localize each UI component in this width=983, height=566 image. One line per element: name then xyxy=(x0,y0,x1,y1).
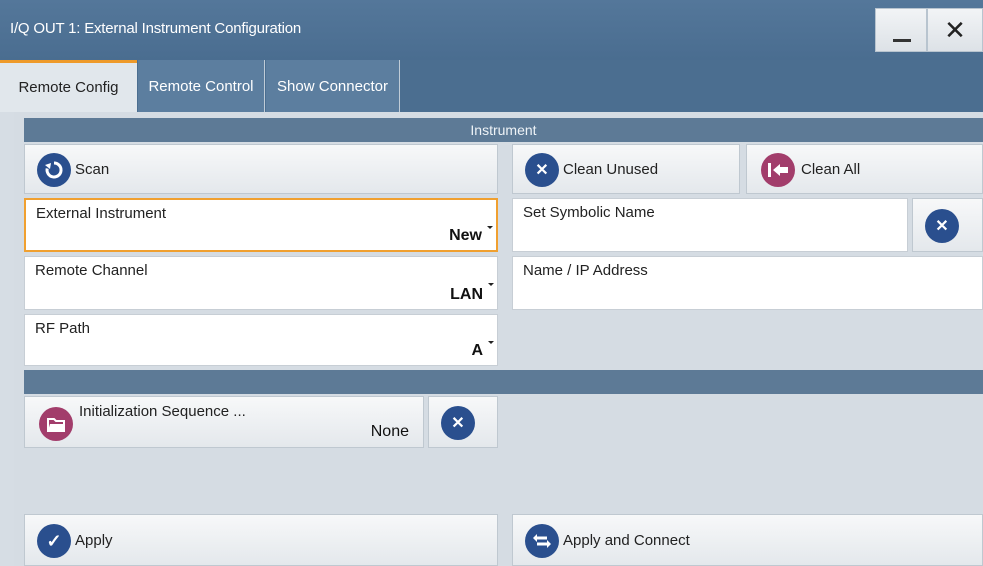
rf-path-value: A xyxy=(471,342,483,359)
ip-address-field[interactable]: Name / IP Address xyxy=(512,256,983,310)
apply-and-connect-button[interactable]: Apply and Connect xyxy=(512,514,983,566)
minimize-button[interactable] xyxy=(875,8,927,52)
apply-button[interactable]: ✓ Apply xyxy=(24,514,498,566)
tab-remote-config[interactable]: Remote Config xyxy=(0,60,137,112)
connect-arrows-icon xyxy=(525,524,559,558)
clean-all-label: Clean All xyxy=(801,161,861,178)
rf-path-label: RF Path xyxy=(35,320,91,337)
clean-all-button[interactable]: Clean All xyxy=(746,144,983,194)
close-icon: ✕ xyxy=(944,15,966,45)
clear-icon: ✕ xyxy=(441,406,475,440)
ip-address-label: Name / IP Address xyxy=(523,262,648,279)
close-button[interactable]: ✕ xyxy=(927,8,983,52)
remote-channel-value: LAN xyxy=(450,286,483,303)
dropdown-indicator-icon xyxy=(487,226,493,229)
remote-channel-label: Remote Channel xyxy=(35,262,148,279)
external-instrument-select[interactable]: External Instrument New xyxy=(24,198,498,252)
clear-icon: ✕ xyxy=(925,209,959,243)
clear-icon: ✕ xyxy=(525,153,559,187)
window-title: I/Q OUT 1: External Instrument Configura… xyxy=(10,20,302,37)
dropdown-indicator-icon xyxy=(488,341,494,344)
clean-unused-label: Clean Unused xyxy=(563,161,659,178)
init-sequence-button[interactable]: Initialization Sequence ... None xyxy=(24,396,424,448)
apply-and-connect-label: Apply and Connect xyxy=(563,532,690,549)
external-instrument-value: New xyxy=(449,227,482,244)
external-instrument-label: External Instrument xyxy=(36,205,167,222)
title-bar: I/Q OUT 1: External Instrument Configura… xyxy=(0,0,983,60)
tab-remote-control[interactable]: Remote Control xyxy=(138,60,265,112)
scan-button[interactable]: Scan xyxy=(24,144,498,194)
tab-bar: Remote Config Remote Control Show Connec… xyxy=(0,60,983,112)
refresh-icon xyxy=(37,153,71,187)
section-divider xyxy=(24,370,983,394)
clear-init-sequence-button[interactable]: ✕ xyxy=(428,396,498,448)
tab-show-connector[interactable]: Show Connector xyxy=(266,60,400,112)
folder-icon xyxy=(39,407,73,441)
clear-all-icon xyxy=(761,153,795,187)
remote-channel-select[interactable]: Remote Channel LAN xyxy=(24,256,498,310)
rf-path-select[interactable]: RF Path A xyxy=(24,314,498,366)
dialog-window: I/Q OUT 1: External Instrument Configura… xyxy=(0,0,983,566)
scan-button-label: Scan xyxy=(75,161,110,178)
instrument-section-header: Instrument xyxy=(24,118,983,142)
checkmark-icon: ✓ xyxy=(37,524,71,558)
init-sequence-label: Initialization Sequence ... xyxy=(79,403,246,420)
init-sequence-value: None xyxy=(370,423,409,440)
clean-unused-button[interactable]: ✕ Clean Unused xyxy=(512,144,740,194)
minimize-icon xyxy=(893,39,911,42)
symbolic-name-field[interactable]: Set Symbolic Name xyxy=(512,198,908,252)
symbolic-name-label: Set Symbolic Name xyxy=(523,204,655,221)
dropdown-indicator-icon xyxy=(488,283,494,286)
apply-label: Apply xyxy=(75,532,113,549)
clear-symbolic-name-button[interactable]: ✕ xyxy=(912,198,983,252)
